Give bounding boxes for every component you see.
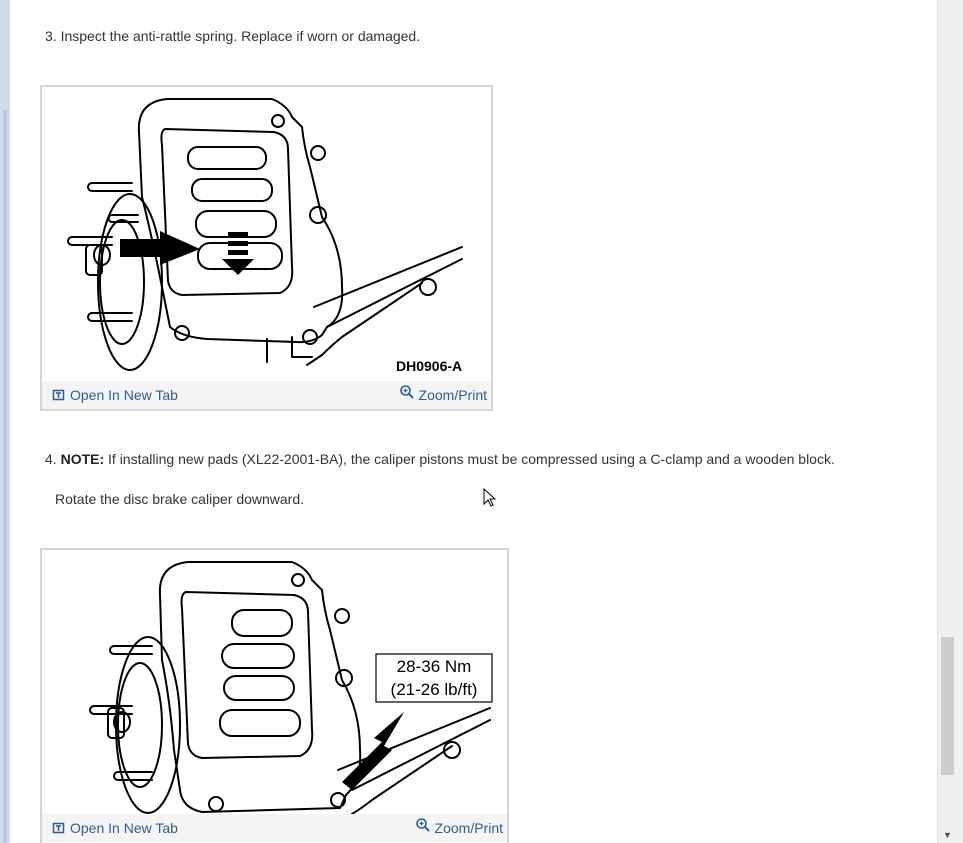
figure-toolbar: Open In New Tab Zoom/Print	[42, 381, 491, 409]
step-instruction: Inspect the anti-rattle spring. Replace …	[60, 28, 421, 44]
vertical-scrollbar[interactable]: ▼	[937, 0, 963, 843]
note-label: NOTE:	[60, 451, 105, 467]
zoom-print-link[interactable]: Zoom/Print	[399, 384, 487, 403]
scrollbar-thumb[interactable]	[941, 637, 954, 775]
magnifier-icon	[415, 818, 430, 832]
open-new-tab-link[interactable]: Open In New Tab	[52, 387, 178, 403]
open-new-tab-link[interactable]: Open In New Tab	[52, 820, 178, 836]
content-page: 3. Inspect the anti-rattle spring. Repla…	[10, 0, 937, 843]
mouse-pointer-icon	[483, 488, 497, 507]
step-number: 3.	[45, 28, 57, 44]
figure-caliper-torque: 28-36 Nm (21-26 lb/ft) Open In New Tab Z…	[40, 548, 509, 843]
zoom-print-label: Zoom/Print	[418, 387, 487, 403]
open-new-tab-icon	[52, 822, 65, 834]
open-new-tab-label: Open In New Tab	[70, 387, 178, 403]
step-instruction: If installing new pads (XL22-2001-BA), t…	[108, 451, 835, 467]
window-frame-left	[0, 0, 10, 843]
torque-metric-label: 28-36 Nm	[397, 657, 472, 676]
torque-imperial-label: (21-26 lb/ft)	[391, 680, 478, 699]
figure-toolbar: Open In New Tab Zoom/Print	[42, 814, 507, 842]
open-new-tab-icon	[52, 389, 65, 401]
step-3-text: 3. Inspect the anti-rattle spring. Repla…	[45, 27, 420, 45]
step-number: 4.	[45, 451, 57, 467]
zoom-print-link[interactable]: Zoom/Print	[415, 817, 503, 836]
open-new-tab-label: Open In New Tab	[70, 820, 178, 836]
figure-anti-rattle-spring: DH0906-A Open In New Tab Zoom/Print	[40, 85, 493, 411]
frame-stripe	[3, 110, 7, 843]
zoom-print-label: Zoom/Print	[434, 820, 503, 836]
magnifier-icon	[399, 385, 414, 399]
step-4-rotate-text: Rotate the disc brake caliper downward.	[55, 491, 305, 507]
figure-code-label: DH0906-A	[396, 358, 462, 374]
step-4-text: 4. NOTE: If installing new pads (XL22-20…	[45, 450, 835, 468]
scroll-down-arrow-icon[interactable]: ▼	[943, 830, 952, 840]
caliper-torque-illustration: 28-36 Nm (21-26 lb/ft)	[89, 561, 493, 814]
caliper-illustration: DH0906-A	[67, 98, 463, 374]
